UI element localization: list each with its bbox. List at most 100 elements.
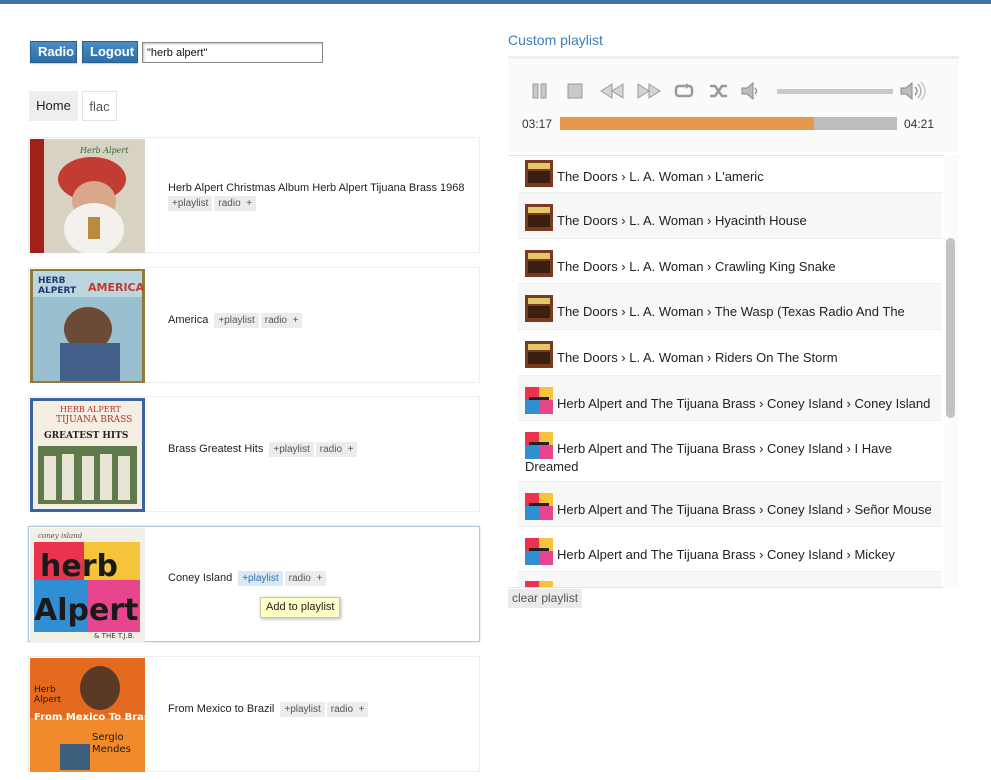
svg-text:coney island: coney island	[38, 532, 83, 540]
total-time: 04:21	[904, 117, 935, 131]
radio-tag-button[interactable]: radio +	[214, 196, 257, 211]
radio-tag-label: radio	[288, 573, 311, 584]
radio-plus: +	[246, 198, 253, 209]
playlist-item-label: The Doors › L. A. Woman › Crawling King …	[557, 259, 836, 274]
tab-flac[interactable]: flac	[82, 91, 117, 121]
playlist-item-label: Herb Alpert and The Tijuana Brass › Cone…	[557, 547, 895, 562]
playlist-item[interactable]	[518, 572, 942, 587]
album-thumb	[525, 250, 553, 277]
title-divider	[508, 56, 959, 59]
album-card[interactable]: Herb Alpert Herb Alpert Christmas Album …	[28, 137, 480, 253]
top-accent-bar	[0, 0, 991, 4]
playlist-item[interactable]: The Doors › L. A. Woman › L'americ	[518, 156, 942, 193]
radio-tag-button[interactable]: radio +	[315, 442, 358, 457]
svg-text:Alpert: Alpert	[34, 593, 138, 628]
progress-fill	[560, 117, 815, 130]
playlist-item[interactable]: The Doors › L. A. Woman › Crawling King …	[518, 239, 942, 284]
playlist-item[interactable]: Herb Alpert and The Tijuana Brass › Cone…	[518, 376, 942, 421]
radio-plus: +	[316, 573, 323, 584]
radio-tag-label: radio	[319, 444, 343, 455]
album-cover[interactable]: HERB ALPERT AMERICA	[30, 269, 145, 383]
playlist-item-label: The Doors › L. A. Woman › Hyacinth House	[557, 213, 807, 228]
album-cover[interactable]: HERB ALPERT TIJUANA BRASS GREATEST HITS	[30, 398, 145, 512]
radio-tag-button[interactable]: radio +	[260, 313, 303, 328]
album-thumb	[525, 581, 553, 587]
album-cover[interactable]: coney island herb Alpert & THE T.J.B.	[30, 528, 145, 642]
album-info: Coney Island +playlist radio +	[168, 571, 327, 586]
radio-button[interactable]: Radio	[30, 41, 77, 63]
playlist-item-label: Herb Alpert and The Tijuana Brass › Cone…	[525, 441, 893, 474]
svg-text:HERB: HERB	[38, 276, 66, 286]
add-to-playlist-button[interactable]: +playlist	[168, 196, 213, 211]
album-thumb	[525, 295, 553, 322]
album-info: Herb Alpert Christmas Album Herb Alpert …	[168, 182, 465, 211]
playlist-item[interactable]: Herb Alpert and The Tijuana Brass › Cone…	[518, 482, 942, 527]
playlist-item[interactable]: The Doors › L. A. Woman › Riders On The …	[518, 330, 942, 376]
radio-tag-button[interactable]: radio +	[284, 571, 327, 586]
svg-text:GREATEST HITS: GREATEST HITS	[44, 431, 128, 441]
radio-tag-label: radio	[218, 198, 241, 209]
album-card[interactable]: Herb Alpert From Mexico To Brasil Sergio…	[28, 656, 480, 772]
radio-plus: +	[358, 704, 365, 715]
playlist-scrollbar-thumb[interactable]	[946, 238, 955, 418]
tab-home[interactable]: Home	[29, 91, 78, 121]
playlist-item-label: The Doors › L. A. Woman › Riders On The …	[557, 350, 838, 365]
svg-text:Sergio: Sergio	[92, 732, 124, 743]
album-thumb	[525, 160, 553, 187]
volume-low-icon[interactable]	[740, 81, 762, 101]
album-cover[interactable]: Herb Alpert From Mexico To Brasil Sergio…	[30, 658, 145, 772]
pause-icon[interactable]	[531, 81, 549, 101]
tooltip: Add to playlist	[260, 597, 341, 618]
radio-tag-label: radio	[330, 704, 354, 715]
album-card[interactable]: coney island herb Alpert & THE T.J.B. Co…	[28, 526, 480, 642]
rewind-icon[interactable]	[599, 81, 625, 101]
album-cover[interactable]: Herb Alpert	[30, 139, 145, 253]
svg-text:Herb: Herb	[34, 685, 56, 695]
playlist-item[interactable]: The Doors › L. A. Woman › Hyacinth House	[518, 193, 942, 239]
add-to-playlist-button[interactable]: +playlist	[280, 702, 325, 717]
playlist-title: Custom playlist	[508, 32, 603, 48]
album-title: Herb Alpert Christmas Album Herb Alpert …	[168, 182, 465, 194]
repeat-icon[interactable]	[673, 81, 695, 101]
svg-text:HERB ALPERT: HERB ALPERT	[60, 405, 121, 414]
album-info: Brass Greatest Hits +playlist radio +	[168, 442, 358, 457]
playlist-item[interactable]: The Doors › L. A. Woman › The Wasp (Texa…	[518, 284, 942, 330]
search-input[interactable]	[142, 42, 323, 63]
playlist-item[interactable]: Herb Alpert and The Tijuana Brass › Cone…	[518, 421, 942, 482]
logout-button[interactable]: Logout	[82, 41, 138, 63]
album-title: America	[168, 314, 209, 326]
album-title: Coney Island	[168, 572, 233, 584]
album-card[interactable]: HERB ALPERT AMERICA America +playlist radi…	[28, 267, 480, 383]
shuffle-icon[interactable]	[708, 81, 730, 101]
playlist-item-label: Herb Alpert and The Tijuana Brass › Cone…	[557, 502, 932, 517]
fast-forward-icon[interactable]	[636, 81, 662, 101]
album-title: From Mexico to Brazil	[168, 703, 275, 715]
radio-tag-label: radio	[264, 315, 287, 326]
radio-plus: +	[292, 315, 299, 326]
clear-playlist-button[interactable]: clear playlist	[508, 589, 583, 608]
add-to-playlist-button[interactable]: +playlist	[214, 313, 259, 328]
album-card[interactable]: HERB ALPERT TIJUANA BRASS GREATEST HITS …	[28, 396, 480, 512]
svg-text:TIJUANA BRASS: TIJUANA BRASS	[56, 415, 132, 425]
volume-slider[interactable]	[777, 89, 893, 94]
add-to-playlist-button[interactable]: +playlist	[238, 571, 283, 586]
album-thumb	[525, 341, 553, 368]
svg-text:Herb Alpert: Herb Alpert	[79, 146, 129, 155]
playlist-item-label: The Doors › L. A. Woman › L'americ	[557, 169, 764, 184]
elapsed-time: 03:17	[522, 117, 553, 131]
playlist-item[interactable]: Herb Alpert and The Tijuana Brass › Cone…	[518, 527, 942, 572]
svg-text:AMERICA: AMERICA	[88, 281, 145, 294]
playlist-item-label: Herb Alpert and The Tijuana Brass › Cone…	[557, 396, 931, 411]
radio-plus: +	[347, 444, 354, 455]
add-to-playlist-button[interactable]: +playlist	[269, 442, 314, 457]
svg-text:Alpert: Alpert	[34, 695, 62, 705]
playlist-panel: The Doors › L. A. Woman › L'americ The D…	[508, 155, 959, 588]
radio-tag-button[interactable]: radio +	[326, 702, 369, 717]
album-title: Brass Greatest Hits	[168, 443, 264, 455]
progress-bar[interactable]	[560, 117, 897, 130]
stop-icon[interactable]	[566, 81, 584, 101]
volume-high-icon[interactable]	[899, 81, 929, 101]
player-panel	[508, 60, 959, 152]
svg-text:Mendes: Mendes	[92, 744, 131, 755]
album-info: America +playlist radio +	[168, 313, 303, 328]
